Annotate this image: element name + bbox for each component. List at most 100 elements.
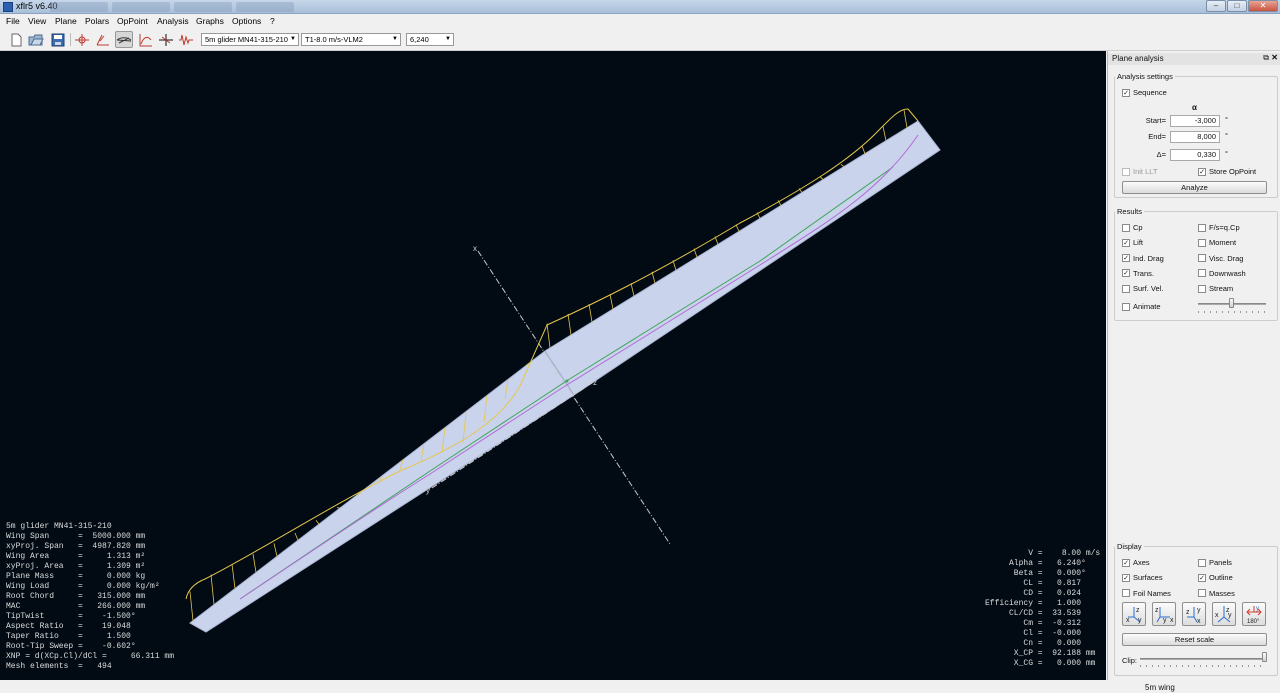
info-line: Wing Load = 0.000 kg/m² xyxy=(6,582,160,591)
x-y-view-icon[interactable]: zx y xyxy=(1122,602,1146,626)
dock-title: Plane analysis xyxy=(1112,54,1164,63)
y-x-view-icon[interactable]: zyx xyxy=(1152,602,1176,626)
lift-hatch-line xyxy=(189,591,194,621)
wing-front-view-icon[interactable] xyxy=(73,31,91,48)
wing-surface xyxy=(189,120,941,633)
store-oppoint-checkbox[interactable]: ✓ Store OpPoint xyxy=(1198,167,1256,176)
init-llt-checkbox[interactable]: Init LLT xyxy=(1122,167,1157,176)
lift-hatch-line xyxy=(210,574,215,605)
moment-checkbox[interactable]: Moment xyxy=(1198,238,1236,247)
plane-select-value: 5m glider MN41-315-210 xyxy=(205,35,288,44)
clip-slider[interactable] xyxy=(1140,658,1266,660)
menu-polars[interactable]: Polars xyxy=(85,16,109,26)
downwash-checkbox[interactable]: Downwash xyxy=(1198,269,1246,278)
svg-text:x: x xyxy=(1215,612,1219,619)
axes-checkbox[interactable]: ✓ Axes xyxy=(1122,558,1150,567)
plane-3d-view-icon[interactable] xyxy=(115,31,133,48)
info-line: TipTwist = -1.500° xyxy=(6,612,136,621)
lift-hatch-line xyxy=(252,553,257,573)
menu-help[interactable]: ? xyxy=(270,16,275,26)
info-line: CL = 0.817 xyxy=(985,579,1082,588)
polar-view-icon[interactable] xyxy=(137,31,155,48)
reset-scale-button[interactable]: Reset scale xyxy=(1122,633,1267,646)
init-llt-label: Init LLT xyxy=(1133,167,1158,176)
z-x-view-icon[interactable]: zyx xyxy=(1182,602,1206,626)
oppoint-graph-icon[interactable] xyxy=(177,31,195,48)
info-line: Mesh elements = 494 xyxy=(6,662,112,671)
svg-text:z: z xyxy=(1186,609,1190,616)
close-window-button[interactable]: ✕ xyxy=(1248,0,1278,12)
sequence-checkbox[interactable]: ✓ Sequence xyxy=(1122,88,1167,97)
visc-drag-checkbox[interactable]: Visc. Drag xyxy=(1198,254,1243,263)
stream-checkbox[interactable]: Stream xyxy=(1198,284,1233,293)
cp-view-icon[interactable] xyxy=(157,31,175,48)
info-line: V = 8.00 m/s xyxy=(985,549,1101,558)
outline-checkbox[interactable]: ✓ Outline xyxy=(1198,573,1233,582)
menu-options[interactable]: Options xyxy=(232,16,261,26)
animation-speed-handle[interactable] xyxy=(1229,298,1234,308)
lift-hatch-line xyxy=(735,224,740,232)
menu-plane[interactable]: Plane xyxy=(55,16,77,26)
minimize-button[interactable]: – xyxy=(1206,0,1226,12)
lift-hatch-line xyxy=(819,176,824,180)
lift-hatch-line xyxy=(231,564,236,589)
trans-checkbox[interactable]: ✓ Trans. xyxy=(1122,269,1154,278)
menu-bar: File View Plane Polars OpPoint Analysis … xyxy=(0,14,1280,29)
clip-slider-ticks xyxy=(1140,665,1266,667)
f-s-q-cp-checkbox[interactable]: F/s=q.Cp xyxy=(1198,223,1240,232)
surf-vel-label: Surf. Vel. xyxy=(1133,284,1164,294)
init-llt-check-box xyxy=(1122,167,1130,176)
lift-hatch-line xyxy=(882,126,887,141)
masses-checkbox[interactable]: Masses xyxy=(1198,589,1235,598)
menu-oppoint[interactable]: OpPoint xyxy=(117,16,148,26)
close-dock-icon[interactable]: ✕ xyxy=(1271,53,1278,62)
oppoint-select[interactable]: 6,240 ▼ xyxy=(406,33,454,46)
store-oppoint-check-box: ✓ xyxy=(1198,167,1206,176)
3d-viewport[interactable]: x y z 5m glider MN41-315-210 Wing Span = … xyxy=(0,51,1106,680)
open-folder-icon[interactable] xyxy=(27,31,45,48)
animate-checkbox[interactable]: Animate xyxy=(1122,302,1161,311)
flip-180-view-icon[interactable]: y 180° xyxy=(1242,602,1266,626)
visc-drag-label: Visc. Drag xyxy=(1209,253,1244,263)
cp-checkbox[interactable]: Cp xyxy=(1122,223,1143,232)
polar-select-value: T1-8.0 m/s-VLM2 xyxy=(305,35,363,44)
maximize-button[interactable]: □ xyxy=(1227,0,1247,12)
ind-drag-checkbox[interactable]: ✓ Ind. Drag xyxy=(1122,254,1164,263)
wing-side-view-icon[interactable] xyxy=(94,31,112,48)
info-line: xyProj. Span = 4987.820 mm xyxy=(6,542,146,551)
analyze-button[interactable]: Analyze xyxy=(1122,181,1267,194)
lift-hatch-line xyxy=(609,294,614,310)
new-file-icon[interactable] xyxy=(7,31,25,48)
info-line: Taper Ratio = 1.500 xyxy=(6,632,131,641)
menu-graphs[interactable]: Graphs xyxy=(196,16,224,26)
surf-vel-checkbox[interactable]: Surf. Vel. xyxy=(1122,284,1163,293)
alpha-start-input[interactable]: -3,000 xyxy=(1170,115,1220,127)
axes-check-box: ✓ xyxy=(1122,558,1130,567)
foil-names-check-box xyxy=(1122,589,1130,598)
downwash-check-box xyxy=(1198,269,1206,278)
outline-label: Outline xyxy=(1209,573,1233,583)
plane-select[interactable]: 5m glider MN41-315-210 ▼ xyxy=(201,33,299,46)
surfaces-checkbox[interactable]: ✓ Surfaces xyxy=(1122,573,1163,582)
menu-file[interactable]: File xyxy=(6,16,20,26)
svg-text:z: z xyxy=(1155,607,1159,614)
save-icon[interactable] xyxy=(49,31,67,48)
ind-drag-label: Ind. Drag xyxy=(1133,253,1164,263)
menu-analysis[interactable]: Analysis xyxy=(157,16,189,26)
clip-slider-handle[interactable] xyxy=(1262,652,1267,662)
alpha-end-input[interactable]: 8,000 xyxy=(1170,131,1220,143)
polar-select[interactable]: T1-8.0 m/s-VLM2 ▼ xyxy=(301,33,401,46)
float-dock-icon[interactable]: ⧉ xyxy=(1263,53,1269,63)
svg-text:z: z xyxy=(1136,607,1140,614)
panels-checkbox[interactable]: Panels xyxy=(1198,558,1232,567)
alpha-delta-input[interactable]: 0,330 xyxy=(1170,149,1220,161)
svg-text:y: y xyxy=(1163,617,1167,624)
y-axis-label: y xyxy=(426,486,430,495)
foil-names-checkbox[interactable]: Foil Names xyxy=(1122,589,1171,598)
delta-label: Δ= xyxy=(1156,150,1166,159)
lift-checkbox[interactable]: ✓ Lift xyxy=(1122,238,1143,247)
menu-view[interactable]: View xyxy=(28,16,46,26)
foil-names-label: Foil Names xyxy=(1133,588,1171,598)
x-y-iso-view-icon[interactable]: zxy xyxy=(1212,602,1236,626)
lift-hatch-line xyxy=(567,313,572,336)
